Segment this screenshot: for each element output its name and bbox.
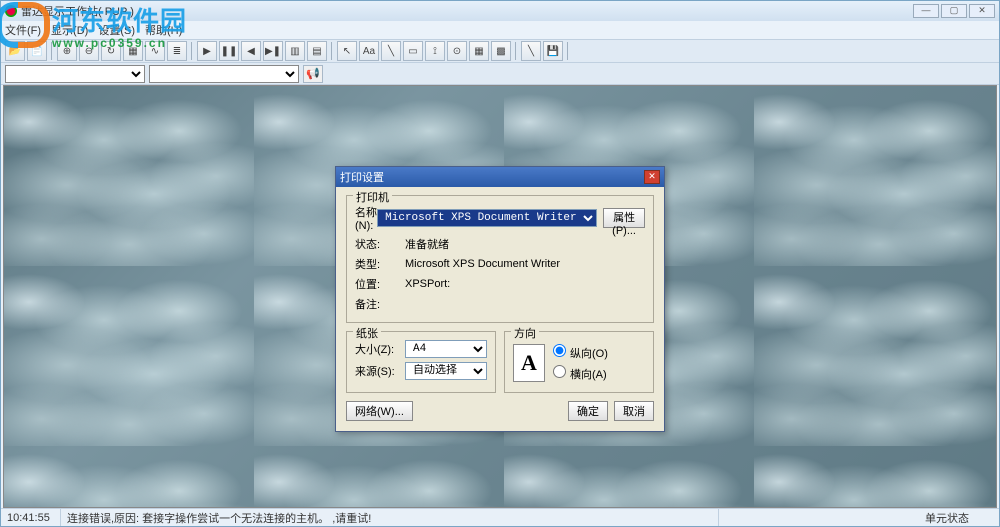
printer-comment-label: 备注:	[355, 296, 405, 312]
tool-wave-icon[interactable]: ∿	[145, 41, 165, 61]
tool-prev-icon[interactable]: ◀	[241, 41, 261, 61]
orientation-group: 方向 A 纵向(O) 横向(A)	[504, 331, 654, 393]
tool-grid1-icon[interactable]: ▥	[285, 41, 305, 61]
tool-save-icon[interactable]: 💾	[543, 41, 563, 61]
tool-open-icon[interactable]: 📂	[5, 41, 25, 61]
tool-line-icon[interactable]: ╲	[381, 41, 401, 61]
tool-next-icon[interactable]: ▶❚	[263, 41, 283, 61]
printer-type-label: 类型:	[355, 256, 405, 272]
printer-status-label: 状态:	[355, 236, 405, 252]
maximize-button[interactable]: ▢	[941, 4, 967, 18]
paper-group: 纸张 大小(Z): A4 来源(S): 自动选择	[346, 331, 496, 393]
printer-type-value: Microsoft XPS Document Writer	[405, 258, 645, 270]
cancel-button[interactable]: 取消	[614, 401, 654, 421]
menu-settings[interactable]: 设置(S)	[98, 22, 135, 38]
tool-line2-icon[interactable]: ╲	[521, 41, 541, 61]
tool-zoomout-icon[interactable]: ⊖	[79, 41, 99, 61]
tool-rect-icon[interactable]: ▭	[403, 41, 423, 61]
menu-help[interactable]: 帮助(H)	[145, 22, 182, 38]
titlebar[interactable]: 雷达显示工作站( PUP ) — ▢ ✕	[1, 1, 999, 21]
tool-text-icon[interactable]: Aa	[359, 41, 379, 61]
print-setup-dialog: 打印设置 ✕ 打印机 名称(N): Microsoft XPS Document…	[335, 166, 665, 432]
close-button[interactable]: ✕	[969, 4, 995, 18]
orientation-preview-icon: A	[513, 344, 545, 382]
tool-layers-icon[interactable]: ▦	[469, 41, 489, 61]
menubar: 文件(F) 显示(D) 设置(S) 帮助(H)	[1, 21, 999, 39]
dialog-title: 打印设置	[340, 169, 384, 185]
status-time: 10:41:55	[1, 509, 61, 526]
printer-properties-button[interactable]: 属性(P)...	[603, 208, 645, 228]
status-unit: 单元状态	[919, 509, 999, 526]
tool-docprev-icon[interactable]: ▦	[123, 41, 143, 61]
printer-where-label: 位置:	[355, 276, 405, 292]
paper-size-label: 大小(Z):	[355, 341, 405, 357]
toolbar-secondary: 📢	[1, 63, 999, 85]
dialog-close-button[interactable]: ✕	[644, 170, 660, 184]
tool-zoomin-icon[interactable]: ⊕	[57, 41, 77, 61]
combo-1[interactable]	[5, 65, 145, 83]
printer-status-value: 准备就绪	[405, 236, 645, 252]
tool-pause-icon[interactable]: ❚❚	[219, 41, 239, 61]
printer-group: 打印机 名称(N): Microsoft XPS Document Writer…	[346, 195, 654, 323]
orientation-legend: 方向	[511, 325, 539, 341]
combo-2[interactable]	[149, 65, 299, 83]
speaker-icon[interactable]: 📢	[303, 65, 323, 83]
printer-name-label: 名称(N):	[355, 204, 377, 232]
tool-pointer-icon[interactable]: ↖	[337, 41, 357, 61]
tool-measure-icon[interactable]: ⟟	[425, 41, 445, 61]
orientation-portrait-radio[interactable]: 纵向(O)	[553, 344, 608, 361]
toolbar: 📂 📄 ⊕ ⊖ ↻ ▦ ∿ ≣ ▶ ❚❚ ◀ ▶❚ ▥ ▤ ↖ Aa ╲ ▭ ⟟…	[1, 39, 999, 63]
network-button[interactable]: 网络(W)...	[346, 401, 413, 421]
paper-legend: 纸张	[353, 325, 381, 341]
tool-overlay-icon[interactable]: ▩	[491, 41, 511, 61]
app-icon	[5, 5, 17, 17]
minimize-button[interactable]: —	[913, 4, 939, 18]
tool-target-icon[interactable]: ⊙	[447, 41, 467, 61]
printer-legend: 打印机	[353, 189, 392, 205]
printer-name-select[interactable]: Microsoft XPS Document Writer	[377, 209, 597, 227]
menu-display[interactable]: 显示(D)	[51, 22, 88, 38]
dialog-titlebar[interactable]: 打印设置 ✕	[336, 167, 664, 187]
tool-grid2-icon[interactable]: ▤	[307, 41, 327, 61]
orientation-landscape-radio[interactable]: 横向(A)	[553, 365, 608, 382]
menu-file[interactable]: 文件(F)	[5, 22, 41, 38]
ok-button[interactable]: 确定	[568, 401, 608, 421]
printer-where-value: XPSPort:	[405, 278, 645, 290]
statusbar: 10:41:55 连接错误,原因: 套接字操作尝试一个无法连接的主机。 ,请重试…	[1, 508, 999, 526]
status-message: 连接错误,原因: 套接字操作尝试一个无法连接的主机。 ,请重试!	[61, 509, 719, 526]
tool-refresh-icon[interactable]: ↻	[101, 41, 121, 61]
tool-file-icon[interactable]: 📄	[27, 41, 47, 61]
window-title: 雷达显示工作站( PUP )	[21, 3, 134, 19]
tool-chart-icon[interactable]: ≣	[167, 41, 187, 61]
tool-play-icon[interactable]: ▶	[197, 41, 217, 61]
paper-size-select[interactable]: A4	[405, 340, 487, 358]
paper-source-label: 来源(S):	[355, 363, 405, 379]
paper-source-select[interactable]: 自动选择	[405, 362, 487, 380]
